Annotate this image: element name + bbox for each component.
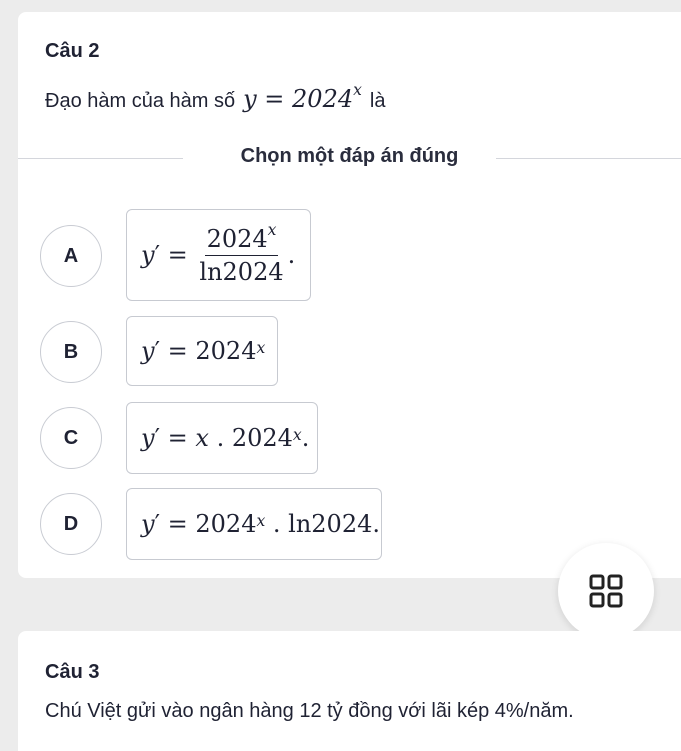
option-a-math: y ′ = 2024x ln2024 .	[141, 220, 296, 286]
formula-base: y = 2024	[243, 85, 354, 113]
option-b-letter[interactable]: B	[40, 321, 102, 383]
option-d-answer[interactable]: y ′ = 2024 x . ln2024.	[126, 488, 382, 560]
option-c-answer[interactable]: y ′ = x . 2024 x.	[126, 402, 318, 474]
divider-line-right	[496, 158, 681, 159]
option-d-letter[interactable]: D	[40, 493, 102, 555]
question-3-text: Chú Việt gửi vào ngân hàng 12 tỷ đồng vớ…	[45, 700, 574, 722]
option-b-math: y ′ = 2024 x	[141, 337, 266, 365]
answer-divider: Chọn một đáp án đúng	[18, 145, 681, 171]
divider-label: Chọn một đáp án đúng	[240, 145, 459, 167]
question-2-text-suffix: là	[369, 90, 386, 112]
question-2-title: Câu 2	[45, 40, 100, 62]
option-a-fraction: 2024x ln2024	[199, 220, 284, 286]
question-2-formula: y = 2024x	[243, 80, 362, 113]
question-2-text-prefix: Đạo hàm của hàm số	[45, 90, 236, 112]
option-c-math: y ′ = x . 2024 x.	[141, 424, 310, 452]
option-a-answer[interactable]: y ′ = 2024x ln2024 .	[126, 209, 311, 301]
question-3-card	[18, 631, 681, 751]
option-d-math: y ′ = 2024 x . ln2024.	[141, 510, 380, 538]
question-3-title: Câu 3	[45, 661, 100, 683]
option-a-letter[interactable]: A	[40, 225, 102, 287]
question-grid-button[interactable]	[558, 543, 654, 639]
option-c-letter[interactable]: C	[40, 407, 102, 469]
option-b-answer[interactable]: y ′ = 2024 x	[126, 316, 278, 386]
question-2-text: Đạo hàm của hàm số y = 2024x là	[45, 80, 386, 113]
formula-exponent: x	[353, 80, 362, 99]
grid-icon	[589, 574, 623, 608]
